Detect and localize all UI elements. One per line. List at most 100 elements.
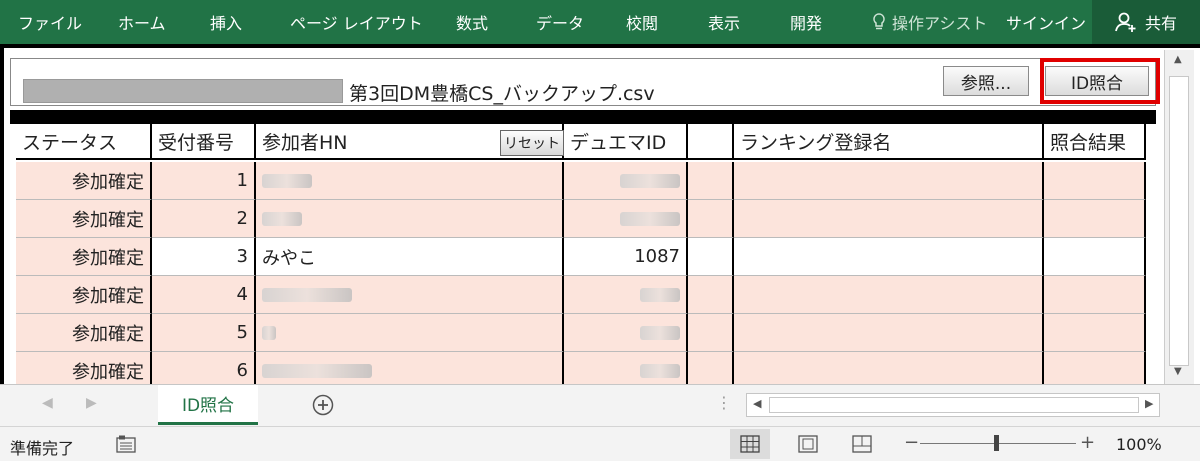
horizontal-scrollbar[interactable]: ◀ ▶ <box>746 393 1160 417</box>
ranking-cell[interactable] <box>734 162 1044 200</box>
redacted-text <box>262 287 352 302</box>
result-cell[interactable] <box>1044 238 1146 276</box>
grid-view-icon <box>740 435 760 453</box>
number-cell[interactable]: 4 <box>152 276 256 314</box>
tab-view[interactable]: 表示 <box>708 10 740 34</box>
ranking-cell[interactable] <box>734 276 1044 314</box>
redacted-text <box>262 173 312 188</box>
zoom-level[interactable]: 100% <box>1116 435 1162 454</box>
tab-developer[interactable]: 開発 <box>790 10 822 34</box>
table-row: 参加確定 5 <box>16 314 1146 352</box>
tab-formulas[interactable]: 数式 <box>456 10 488 34</box>
number-cell[interactable]: 3 <box>152 238 256 276</box>
result-cell[interactable] <box>1044 352 1146 384</box>
blank-cell[interactable] <box>688 314 734 352</box>
table-row: 参加確定 1 <box>16 162 1146 200</box>
zoom-out-icon[interactable]: − <box>904 432 919 453</box>
tab-home[interactable]: ホーム <box>118 10 166 34</box>
share-button[interactable]: 共有 <box>1092 0 1200 44</box>
header-status: ステータス <box>16 124 152 160</box>
blank-cell[interactable] <box>688 200 734 238</box>
tab-review[interactable]: 校閲 <box>626 10 658 34</box>
status-cell[interactable]: 参加確定 <box>16 200 152 238</box>
id-cell[interactable]: 1087 <box>564 238 688 276</box>
zoom-slider-thumb[interactable] <box>994 435 999 451</box>
horizontal-scroll-thumb[interactable] <box>769 397 1139 413</box>
ranking-cell[interactable] <box>734 352 1044 384</box>
tab-file[interactable]: ファイル <box>18 10 82 34</box>
tab-page-layout[interactable]: ページ レイアウト <box>290 10 423 34</box>
hn-cell[interactable]: みやこ <box>256 238 564 276</box>
zoom-in-icon[interactable]: + <box>1080 432 1095 453</box>
redacted-text <box>620 173 680 188</box>
vertical-scroll-thumb[interactable] <box>1169 76 1189 366</box>
hn-cell[interactable] <box>256 314 564 352</box>
redacted-text <box>640 325 680 340</box>
redacted-text <box>620 211 680 226</box>
blank-cell[interactable] <box>688 162 734 200</box>
id-cell[interactable] <box>564 162 688 200</box>
hn-cell[interactable] <box>256 162 564 200</box>
ranking-cell[interactable] <box>734 200 1044 238</box>
redacted-text <box>262 325 276 340</box>
scroll-down-icon[interactable]: ▼ <box>1174 366 1182 377</box>
tell-me-box[interactable]: 操作アシスト <box>872 10 987 34</box>
header-duema-id: デュエマID <box>564 124 688 160</box>
browse-button[interactable]: 参照... <box>943 66 1029 96</box>
redacted-text <box>640 363 680 378</box>
blank-cell[interactable] <box>688 352 734 384</box>
highlight-box <box>1040 58 1160 104</box>
id-cell[interactable] <box>564 352 688 384</box>
id-cell[interactable] <box>564 276 688 314</box>
number-cell[interactable]: 2 <box>152 200 256 238</box>
prev-sheet-icon[interactable]: ◀ <box>42 395 53 411</box>
redacted-text <box>640 287 680 302</box>
scroll-right-icon[interactable]: ▶ <box>1145 397 1153 410</box>
worksheet-area[interactable]: 第3回DM豊橋CS_バックアップ.csv 参照... ID照合 ステータス 受付… <box>0 44 1200 384</box>
vertical-scrollbar[interactable]: ▲ ▼ <box>1164 50 1194 384</box>
status-cell[interactable]: 参加確定 <box>16 238 152 276</box>
scroll-up-icon[interactable]: ▲ <box>1174 54 1182 65</box>
result-cell[interactable] <box>1044 162 1146 200</box>
ranking-cell[interactable] <box>734 314 1044 352</box>
page-break-view-icon[interactable] <box>852 435 872 453</box>
result-cell[interactable] <box>1044 314 1146 352</box>
status-cell[interactable]: 参加確定 <box>16 162 152 200</box>
hn-cell[interactable] <box>256 276 564 314</box>
sign-in-link[interactable]: サインイン <box>1006 10 1086 34</box>
id-cell[interactable] <box>564 314 688 352</box>
status-cell[interactable]: 参加確定 <box>16 276 152 314</box>
status-cell[interactable]: 参加確定 <box>16 314 152 352</box>
file-bar: 第3回DM豊橋CS_バックアップ.csv 参照... ID照合 <box>10 58 1156 106</box>
result-cell[interactable] <box>1044 200 1146 238</box>
redacted-text <box>262 211 302 226</box>
header-number: 受付番号 <box>152 124 256 160</box>
tab-insert[interactable]: 挿入 <box>210 10 242 34</box>
macro-record-icon[interactable] <box>116 435 136 453</box>
ranking-cell[interactable] <box>734 238 1044 276</box>
blank-cell[interactable] <box>688 276 734 314</box>
lightbulb-icon <box>873 13 885 30</box>
hn-cell[interactable] <box>256 200 564 238</box>
number-cell[interactable]: 1 <box>152 162 256 200</box>
result-cell[interactable] <box>1044 276 1146 314</box>
id-cell[interactable] <box>564 200 688 238</box>
file-name: 第3回DM豊橋CS_バックアップ.csv <box>349 83 655 105</box>
sheet-tab-id-match[interactable]: ID照合 <box>158 385 258 425</box>
next-sheet-icon[interactable]: ▶ <box>86 395 97 411</box>
split-handle-icon[interactable]: ⋮ <box>716 393 732 412</box>
blank-cell[interactable] <box>688 238 734 276</box>
add-sheet-icon[interactable] <box>312 394 334 416</box>
page-layout-view-icon[interactable] <box>798 435 818 453</box>
table-row: 参加確定 3 みやこ 1087 <box>16 238 1146 276</box>
scroll-left-icon[interactable]: ◀ <box>753 397 761 410</box>
tab-data[interactable]: データ <box>536 10 584 34</box>
redacted-text <box>262 363 372 378</box>
reset-button[interactable]: リセット <box>500 130 564 156</box>
normal-view-button[interactable] <box>730 429 770 459</box>
header-ranking-name: ランキング登録名 <box>734 124 1044 160</box>
number-cell[interactable]: 5 <box>152 314 256 352</box>
status-cell[interactable]: 参加確定 <box>16 352 152 384</box>
number-cell[interactable]: 6 <box>152 352 256 384</box>
hn-cell[interactable] <box>256 352 564 384</box>
